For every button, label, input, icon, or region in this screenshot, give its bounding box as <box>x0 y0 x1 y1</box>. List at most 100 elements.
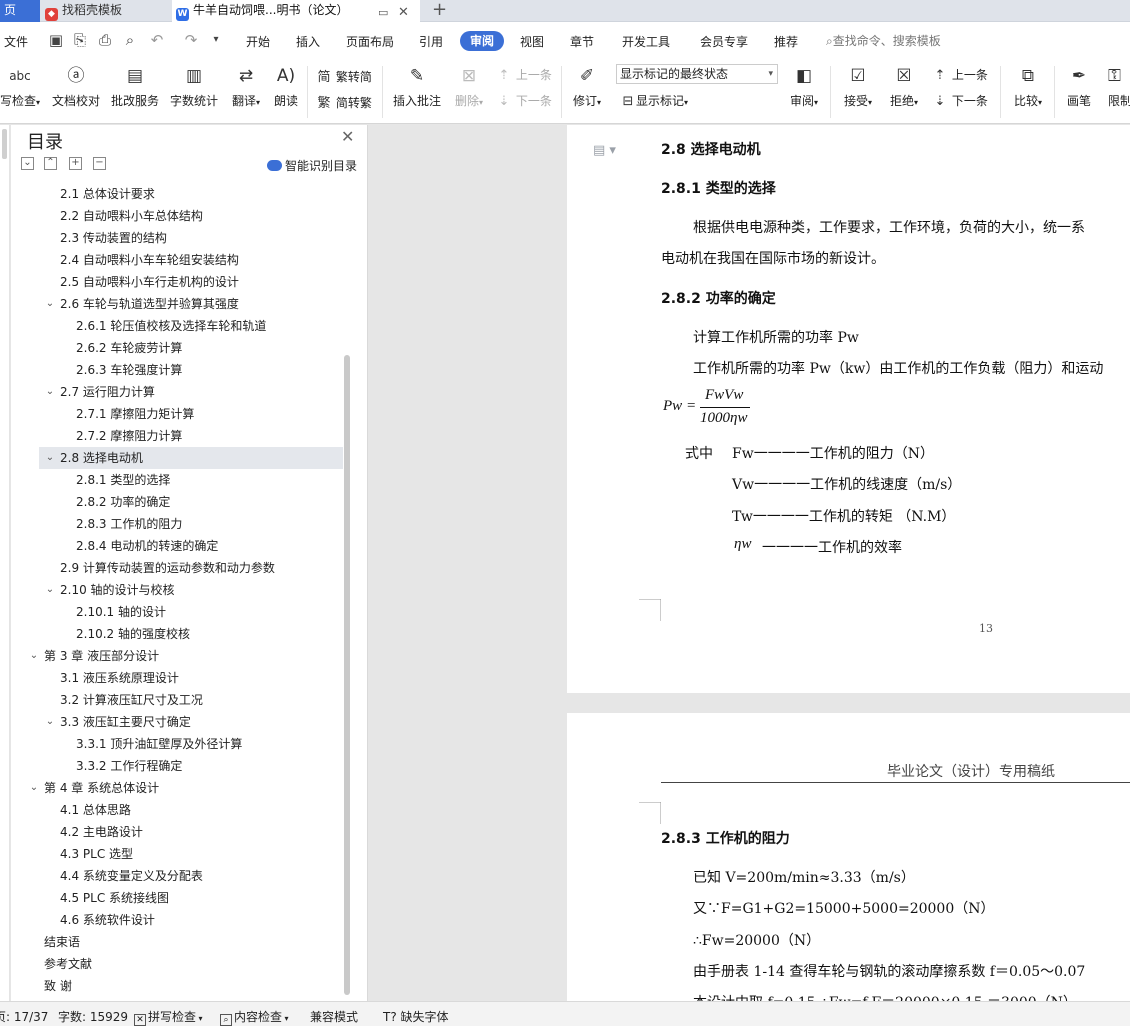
prev-comment-button[interactable]: ⇡ 上一条 <box>496 66 552 83</box>
toc-item[interactable]: 2.4 自动喂料小车车轮组安装结构 <box>39 249 343 271</box>
review-pane-button[interactable]: ◧ 审阅▾ <box>786 64 822 109</box>
toc-item[interactable]: 3.1 液压系统原理设计 <box>39 667 343 689</box>
toc-item[interactable]: 3.2 计算液压缸尺寸及工况 <box>39 689 343 711</box>
toc-item[interactable]: 致 谢 <box>39 975 343 997</box>
menu-item-start[interactable]: 开始 <box>246 33 270 50</box>
tab-document[interactable]: W 牛羊自动饲喂...明书（论文） ▭ ✕ <box>172 0 420 22</box>
smart-toc-button[interactable]: 智能识别目录 <box>267 157 357 174</box>
translate-button[interactable]: ⇄ 翻译▾ <box>226 64 266 109</box>
close-icon[interactable]: ✕ <box>341 127 354 146</box>
compare-button[interactable]: ⧉ 比较▾ <box>1008 64 1048 109</box>
word-count-indicator[interactable]: 字数: 15929 <box>58 1008 128 1025</box>
expand-up-icon[interactable]: ⌃ <box>44 157 57 170</box>
menu-item-references[interactable]: 引用 <box>419 33 443 50</box>
accept-button[interactable]: ☑ 接受▾ <box>838 64 878 109</box>
track-changes-button[interactable]: ✐ 修订▾ <box>567 64 607 109</box>
toc-item[interactable]: 2.7.2 摩擦阻力计算 <box>39 425 343 447</box>
pen-button[interactable]: ✒ 画笔 <box>1062 64 1096 109</box>
toc-item[interactable]: 4.3 PLC 选型 <box>39 843 343 865</box>
menu-item-insert[interactable]: 插入 <box>296 33 320 50</box>
toc-item[interactable]: 2.2 自动喂料小车总体结构 <box>39 205 343 227</box>
prev-change-button[interactable]: ⇡ 上一条 <box>932 66 988 83</box>
reject-button[interactable]: ☒ 拒绝▾ <box>884 64 924 109</box>
toc-item[interactable]: ⌄ 第 4 章 系统总体设计 <box>30 777 343 799</box>
page-options-icon[interactable]: ▤ ▾ <box>593 143 616 158</box>
export-pdf-icon[interactable]: ⎘ <box>71 31 89 49</box>
word-count-button[interactable]: ▥ 字数统计 <box>167 64 221 109</box>
expand-chevron-icon[interactable]: ⌄ <box>28 645 40 667</box>
toc-item[interactable]: 2.1 总体设计要求 <box>39 183 343 205</box>
new-tab-icon[interactable]: + <box>432 0 447 20</box>
save-icon[interactable]: ▣ <box>47 31 65 49</box>
toc-item[interactable]: 2.8.4 电动机的转速的确定 <box>39 535 343 557</box>
menu-item-recommend[interactable]: 推荐 <box>774 33 798 50</box>
close-tab-icon[interactable]: ✕ <box>398 2 409 22</box>
toc-item[interactable]: 2.9 计算传动装置的运动参数和动力参数 <box>39 557 343 579</box>
gutter-scrollbar[interactable] <box>2 129 7 159</box>
menu-item-view[interactable]: 视图 <box>520 33 544 50</box>
delete-comment-button[interactable]: ⊠ 删除▾ <box>449 64 489 109</box>
tab-daoke-templates[interactable]: ◆ 找稻壳模板 <box>41 0 169 22</box>
toc-item[interactable]: ⌄ 2.6 车轮与轨道选型并验算其强度 <box>39 293 343 315</box>
restrict-editing-button[interactable]: ⚿ 限制 <box>1108 64 1130 109</box>
print-icon[interactable]: ⎙ <box>96 31 114 49</box>
toc-item[interactable]: 3.3.2 工作行程确定 <box>39 755 343 777</box>
next-change-button[interactable]: ⇣ 下一条 <box>932 92 988 109</box>
toc-item[interactable]: 2.6.2 车轮疲劳计算 <box>39 337 343 359</box>
expand-chevron-icon[interactable]: ⌄ <box>44 711 56 733</box>
toc-item[interactable]: 4.1 总体思路 <box>39 799 343 821</box>
undo-icon[interactable]: ↶ <box>148 31 166 49</box>
toc-item[interactable]: 2.3 传动装置的结构 <box>39 227 343 249</box>
menu-item-member[interactable]: 会员专享 <box>700 33 748 50</box>
show-markup-button[interactable]: ⊟ 显示标记▾ <box>620 92 688 109</box>
toc-item[interactable]: 4.5 PLC 系统接线图 <box>39 887 343 909</box>
window-restore-icon[interactable]: ▭ <box>378 2 388 22</box>
toc-item[interactable]: ⌄ 2.10 轴的设计与校核 <box>39 579 343 601</box>
toc-item[interactable]: 4.6 系统软件设计 <box>39 909 343 931</box>
print-preview-icon[interactable]: ⌕ <box>121 31 139 49</box>
expand-chevron-icon[interactable]: ⌄ <box>44 293 56 315</box>
content-check-toggle[interactable]: ⌕ 内容检查 ▾ <box>220 1008 289 1026</box>
expand-chevron-icon[interactable]: ⌄ <box>44 579 56 601</box>
toc-item[interactable]: 参考文献 <box>39 953 343 975</box>
batch-service-button[interactable]: ▤ 批改服务 <box>108 64 162 109</box>
read-aloud-button[interactable]: A) 朗读 <box>270 64 302 109</box>
toc-item[interactable]: 结束语 <box>39 931 343 953</box>
simp-to-trad-button[interactable]: 繁 简转繁 <box>316 92 371 111</box>
toc-item[interactable]: 2.6.3 车轮强度计算 <box>39 359 343 381</box>
next-comment-button[interactable]: ⇣ 下一条 <box>496 92 552 109</box>
add-heading-icon[interactable]: + <box>69 157 82 170</box>
insert-comment-button[interactable]: ✎ 插入批注 <box>390 64 444 109</box>
toc-item[interactable]: 2.8.2 功率的确定 <box>39 491 343 513</box>
quick-access-more-icon[interactable]: ▾ <box>207 31 225 49</box>
toc-item[interactable]: 3.3.1 顶升油缸壁厚及外径计算 <box>39 733 343 755</box>
menu-item-page-layout[interactable]: 页面布局 <box>346 33 394 50</box>
file-menu[interactable]: 文件 <box>4 33 28 50</box>
command-search[interactable]: ⌕查找命令、搜索模板 <box>826 32 941 49</box>
toc-item[interactable]: ⌄ 2.7 运行阻力计算 <box>39 381 343 403</box>
proofread-button[interactable]: ⓐ 文档校对 <box>49 64 103 109</box>
toc-item[interactable]: 4.4 系统变量定义及分配表 <box>39 865 343 887</box>
spell-check-toggle[interactable]: ✕ 拼写检查 ▾ <box>134 1008 203 1026</box>
toc-item[interactable]: 2.6.1 轮压值校核及选择车轮和轨道 <box>39 315 343 337</box>
missing-fonts-button[interactable]: T? 缺失字体 <box>383 1008 449 1025</box>
toc-item[interactable]: 2.10.1 轴的设计 <box>39 601 343 623</box>
toc-item[interactable]: 2.8.3 工作机的阻力 <box>39 513 343 535</box>
toc-item[interactable]: 2.7.1 摩擦阻力矩计算 <box>39 403 343 425</box>
menu-item-section[interactable]: 章节 <box>570 33 594 50</box>
remove-heading-icon[interactable]: − <box>93 157 106 170</box>
collapse-all-icon[interactable]: ⌄ <box>21 157 34 170</box>
tab-home[interactable]: 页 <box>0 0 40 22</box>
toc-scrollbar[interactable] <box>344 355 350 995</box>
page-indicator[interactable]: 页: 17/37 <box>0 1008 48 1025</box>
markup-state-select[interactable]: 显示标记的最终状态 ▾ <box>616 64 778 84</box>
redo-icon[interactable]: ↷ <box>182 31 200 49</box>
expand-chevron-icon[interactable]: ⌄ <box>44 381 56 403</box>
trad-to-simp-button[interactable]: 简 繁转简 <box>316 66 371 85</box>
toc-item[interactable]: ⌄ 第 3 章 液压部分设计 <box>30 645 343 667</box>
toc-item[interactable]: 2.5 自动喂料小车行走机构的设计 <box>39 271 343 293</box>
menu-item-review[interactable]: 审阅 <box>460 31 504 51</box>
toc-item[interactable]: ⌄ 3.3 液压缸主要尺寸确定 <box>39 711 343 733</box>
expand-chevron-icon[interactable]: ⌄ <box>44 447 56 469</box>
spell-check-button[interactable]: abc 写检查▾ <box>0 64 40 109</box>
